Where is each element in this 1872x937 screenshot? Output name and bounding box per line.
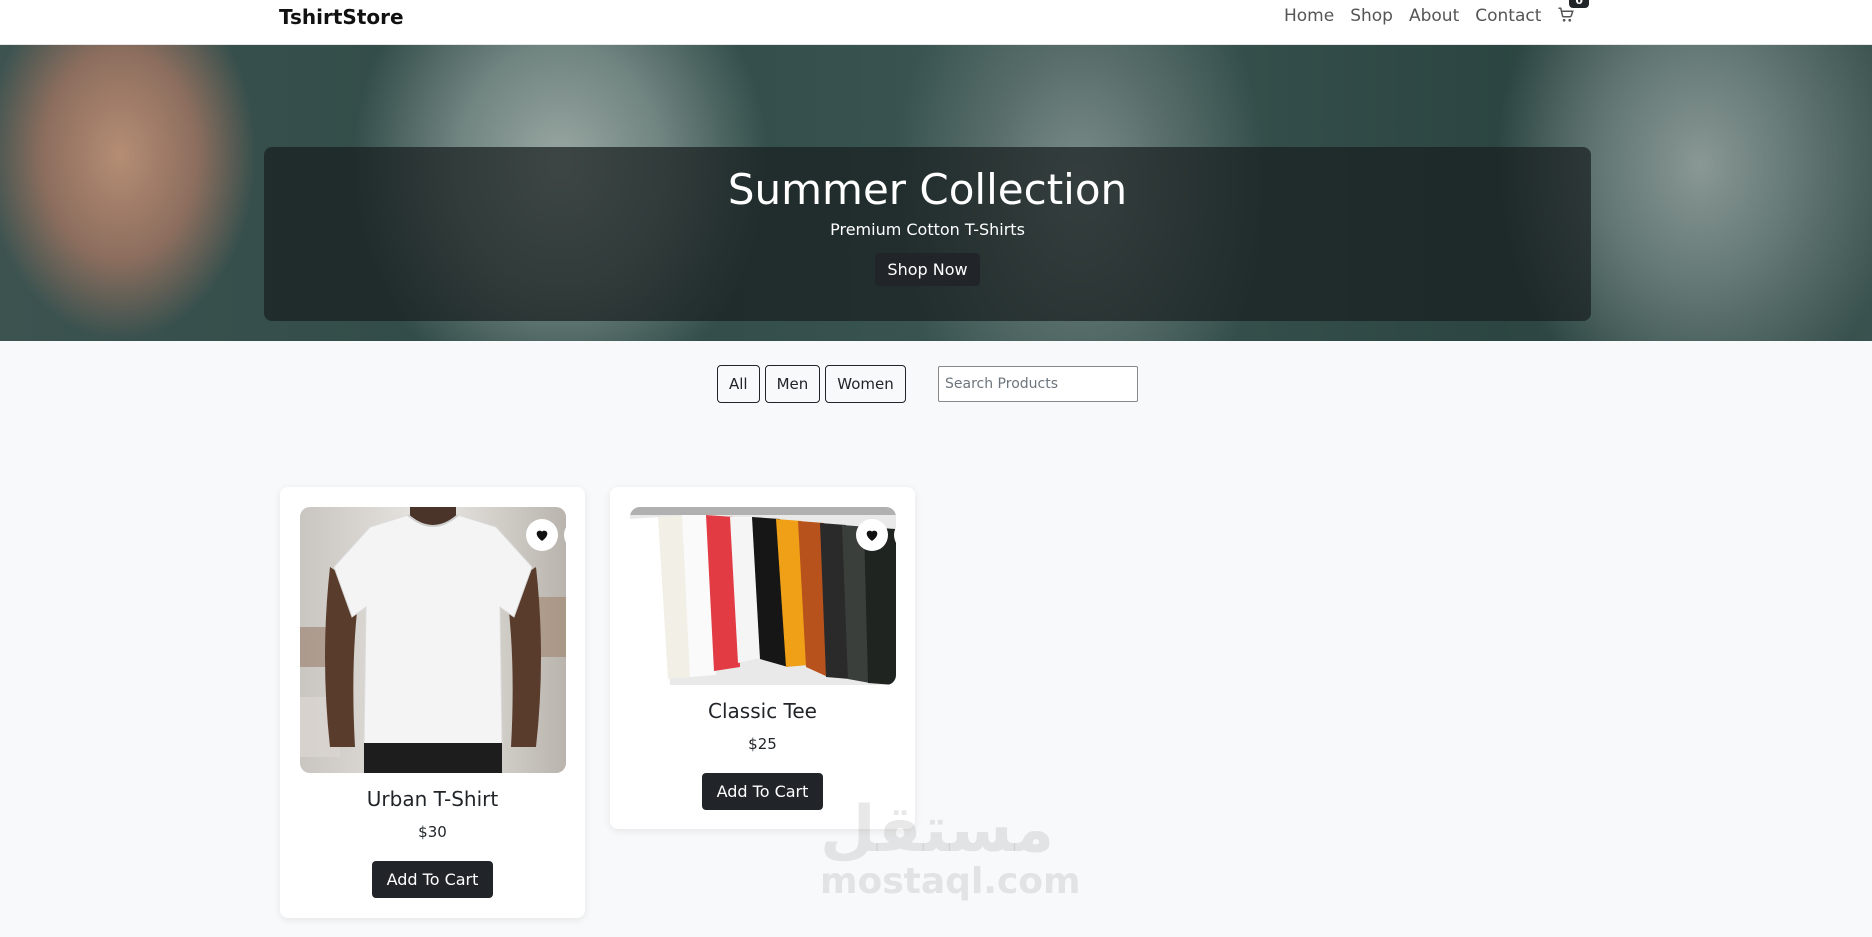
nav-links: Home Shop About Contact 0: [1284, 0, 1590, 26]
hero-title: Summer Collection: [727, 165, 1128, 214]
watermark-arabic: مستقل: [820, 793, 1055, 867]
product-image[interactable]: [300, 507, 566, 773]
product-price: $30: [418, 823, 447, 841]
filter-women-button[interactable]: Women: [825, 365, 906, 403]
nav-home[interactable]: Home: [1284, 6, 1334, 26]
product-price: $25: [748, 735, 777, 753]
cart-icon: [1558, 7, 1575, 22]
watermark: مستقل mostaql.com: [820, 793, 1081, 902]
filter-men-button[interactable]: Men: [764, 365, 821, 403]
hero-banner: Summer Collection Premium Cotton T-Shirt…: [0, 45, 1872, 341]
favorite-button[interactable]: [526, 519, 558, 551]
cart-button[interactable]: 0: [1557, 0, 1590, 26]
product-title[interactable]: Classic Tee: [610, 699, 915, 723]
category-filters: All Men Women: [717, 365, 906, 403]
search-input[interactable]: [938, 366, 1138, 402]
hero-subtitle: Premium Cotton T-Shirts: [830, 220, 1025, 239]
heart-icon: [536, 530, 548, 541]
navbar: TshirtStore Home Shop About Contact 0: [0, 0, 1872, 45]
brand-logo[interactable]: TshirtStore: [279, 5, 404, 29]
nav-shop[interactable]: Shop: [1350, 6, 1393, 26]
shop-now-button[interactable]: Shop Now: [875, 253, 980, 286]
product-card: Classic Tee $25 Add To Cart: [610, 487, 915, 829]
hero-overlay: Summer Collection Premium Cotton T-Shirt…: [264, 147, 1591, 321]
favorite-button[interactable]: [856, 519, 888, 551]
watermark-latin: mostaql.com: [820, 861, 1081, 902]
product-card: Urban T-Shirt $30 Add To Cart: [280, 487, 585, 918]
add-to-cart-button[interactable]: Add To Cart: [702, 773, 823, 810]
cart-count-badge: 0: [1569, 0, 1590, 8]
heart-icon: [866, 530, 878, 541]
add-to-cart-button[interactable]: Add To Cart: [372, 861, 493, 898]
nav-contact[interactable]: Contact: [1475, 6, 1541, 26]
product-image[interactable]: [630, 507, 896, 685]
nav-about[interactable]: About: [1409, 6, 1459, 26]
product-title[interactable]: Urban T-Shirt: [280, 787, 585, 811]
filter-all-button[interactable]: All: [717, 365, 760, 403]
